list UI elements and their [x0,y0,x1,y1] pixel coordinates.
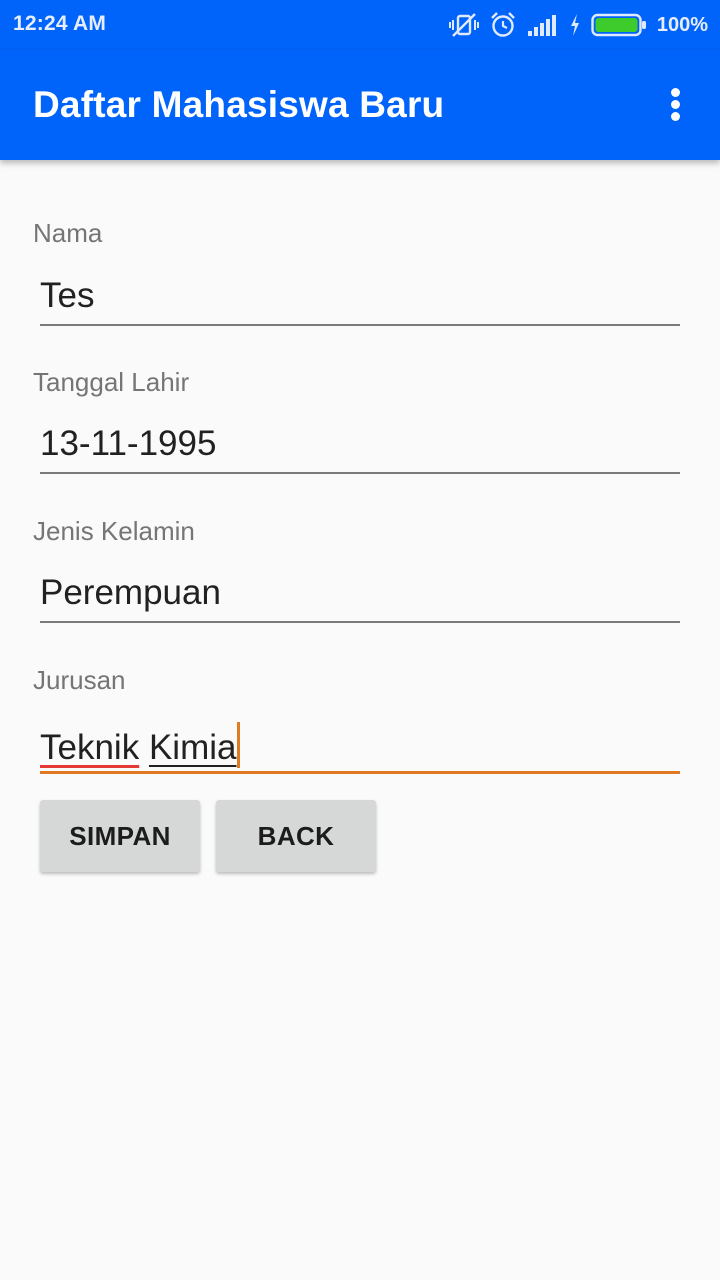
status-time: 12:24 AM [13,12,107,35]
vibrate-off-icon [448,12,479,38]
app-bar: Daftar Mahasiswa Baru [0,50,720,160]
simpan-button[interactable]: SIMPAN [40,800,200,872]
jurusan-value: Teknik Kimia [40,722,241,768]
charging-icon [569,13,581,37]
jurusan-label: Jurusan [33,665,126,695]
jurusan-word-2: Kimia [148,728,237,767]
overflow-menu-button[interactable] [658,84,694,124]
jurusan-input[interactable]: Teknik Kimia [40,716,680,774]
page-title: Daftar Mahasiswa Baru [33,84,445,125]
signal-icon [527,13,559,37]
battery-icon [591,12,647,38]
jenis-kelamin-label: Jenis Kelamin [33,516,195,546]
jenis-kelamin-input[interactable]: Perempuan [40,567,680,623]
nama-label: Nama [33,218,103,248]
back-button[interactable]: BACK [216,800,376,872]
jurusan-word-1: Teknik [40,728,140,767]
status-bar: 12:24 AM 100% [0,0,720,50]
tanggal-lahir-label: Tanggal Lahir [33,367,190,397]
nama-value: Tes [40,276,95,315]
status-icons: 100% [448,10,708,40]
tanggal-lahir-value: 13-11-1995 [40,424,217,463]
battery-percent: 100% [656,13,708,36]
text-cursor [237,722,241,768]
alarm-icon [489,11,517,39]
tanggal-lahir-input[interactable]: 13-11-1995 [40,418,680,474]
nama-input[interactable]: Tes [40,270,680,326]
jenis-kelamin-value: Perempuan [40,573,221,612]
